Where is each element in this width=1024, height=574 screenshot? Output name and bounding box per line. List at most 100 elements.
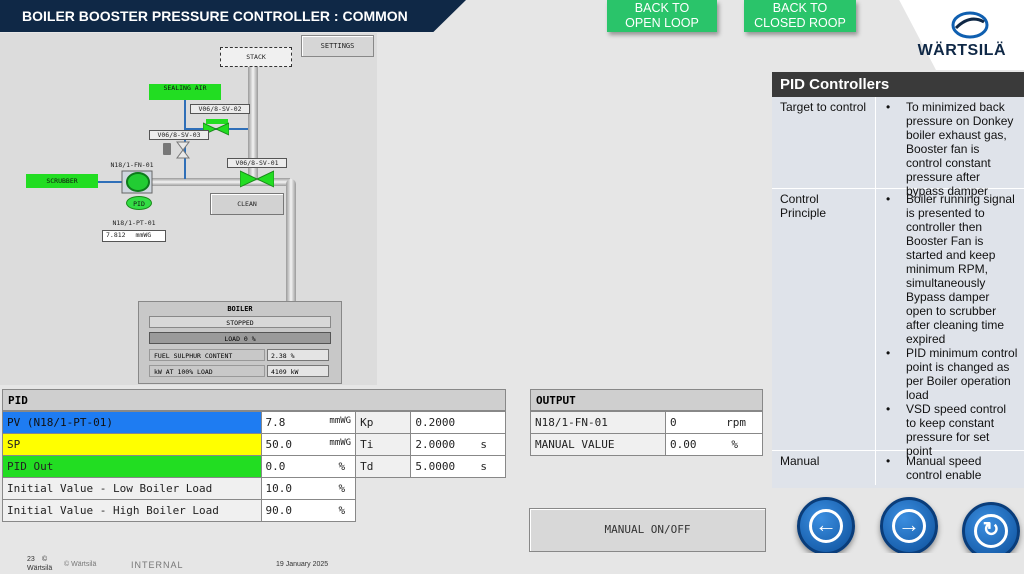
target-list: To minimized back pressure on Donkey boi…	[876, 97, 1024, 198]
process-diagram: SETTINGS STACK SEALING AIR V06/8-SV-02 V…	[0, 33, 377, 385]
boiler-status: STOPPED	[149, 316, 331, 328]
sp-value: 50.0	[265, 438, 293, 451]
td-label: Td	[355, 455, 412, 478]
pid-row-init-low: Initial Value - Low Boiler Load 10.0%	[2, 477, 506, 500]
previous-button[interactable]: ←	[797, 497, 855, 555]
company-name: Wärtsilä	[27, 565, 53, 572]
target-item: To minimized back pressure on Donkey boi…	[884, 100, 1018, 198]
fuel-sulphur-label: FUEL SULPHUR CONTENT	[149, 349, 265, 361]
valve-sv02-tag: V06/8-SV-02	[190, 104, 250, 114]
kw-value: 4109 kW	[267, 365, 329, 377]
init-low-value-cell[interactable]: 10.0%	[260, 477, 357, 500]
arrow-left-icon: ←	[809, 509, 843, 543]
ti-value-cell[interactable]: 2.0000 s	[410, 433, 506, 456]
booster-fan-icon[interactable]	[121, 170, 153, 194]
sp-label: SP	[2, 433, 262, 456]
page-number: 23	[27, 556, 35, 563]
sp-unit: mmWG	[329, 438, 352, 448]
valve-sv03-tag: V06/8-SV-03	[149, 130, 209, 140]
pid-out-unit: %	[338, 460, 346, 473]
kw-label: kW AT 100% LOAD	[149, 365, 265, 377]
valve-sv01-icon[interactable]	[240, 169, 274, 189]
back-to-open-loop-button[interactable]: BACK TO OPEN LOOP	[607, 0, 717, 32]
refresh-icon: ↻	[974, 514, 1008, 548]
stack-label: STACK	[220, 47, 292, 67]
td-unit: s	[480, 460, 487, 473]
scrubber-button[interactable]: SCRUBBER	[26, 174, 98, 188]
boiler-pipe	[286, 179, 296, 301]
boiler-panel: BOILER STOPPED LOAD 0 % FUEL SULPHUR CON…	[138, 301, 342, 384]
fan-output-label: N18/1-FN-01	[530, 411, 666, 434]
manual-value-label: MANUAL VALUE	[530, 433, 666, 456]
back-to-closed-loop-button[interactable]: BACK TO CLOSED ROOP	[744, 0, 856, 32]
page-title: BOILER BOOSTER PRESSURE CONTROLLER : COM…	[0, 0, 466, 32]
refresh-button[interactable]: ↻	[962, 502, 1020, 560]
footer-date: 19 January 2025	[276, 561, 329, 568]
target-key: Target to control	[772, 97, 876, 188]
fan-output-cell: 0 rpm	[665, 411, 763, 434]
output-title: OUTPUT	[530, 389, 763, 411]
valve-sv01-tag: V06/8-SV-01	[227, 158, 287, 168]
copyright-symbol: ©	[42, 556, 48, 563]
fuel-sulphur-value: 2.38 %	[267, 349, 329, 361]
init-high-value: 90.0	[265, 504, 293, 517]
settings-button[interactable]: SETTINGS	[301, 35, 374, 57]
td-value: 5.0000	[415, 460, 456, 473]
pv-label: PV (N18/1-PT-01)	[2, 411, 262, 434]
kp-value[interactable]: 0.2000	[410, 411, 506, 434]
pid-table: PV (N18/1-PT-01) 7.8 mmWG Kp 0.2000 SP 50…	[2, 411, 506, 522]
fan-output-value: 0	[670, 416, 677, 429]
pt-tag: N18/1-PT-01	[112, 219, 156, 227]
init-low-label: Initial Value - Low Boiler Load	[2, 477, 262, 500]
pv-value-cell: 7.8 mmWG	[260, 411, 357, 434]
manual-list: Manual speed control enable	[876, 451, 1024, 485]
manual-row: Manual Manual speed control enable	[772, 451, 1024, 485]
manual-key: Manual	[772, 451, 876, 485]
output-row-fan: N18/1-FN-01 0 rpm	[530, 411, 763, 434]
pid-row-sp: SP 50.0 mmWG Ti 2.0000 s	[2, 433, 506, 456]
ti-label: Ti	[355, 433, 412, 456]
pid-row-out: PID Out 0.0% Td 5.0000 s	[2, 455, 506, 478]
principle-key: Control Principle	[772, 189, 876, 450]
init-high-label: Initial Value - High Boiler Load	[2, 499, 262, 522]
classification: INTERNAL	[131, 560, 184, 570]
pid-out-value: 0.0	[265, 460, 286, 473]
pid-row-init-high: Initial Value - High Boiler Load 90.0%	[2, 499, 506, 522]
pid-row-pv: PV (N18/1-PT-01) 7.8 mmWG Kp 0.2000	[2, 411, 506, 434]
fan-output-unit: rpm	[726, 416, 746, 429]
principle-list: Boiler running signal is presented to co…	[876, 189, 1024, 458]
arrow-right-icon: →	[892, 509, 926, 543]
wartsila-logo-icon	[951, 11, 989, 39]
manual-item: Manual speed control enable	[884, 454, 1018, 482]
empty-cell	[355, 477, 506, 500]
pv-value: 7.8	[265, 416, 286, 429]
init-high-unit: %	[338, 504, 346, 517]
footer: 23 © Wärtsilä © Wärtsilä INTERNAL 19 Jan…	[0, 553, 1024, 574]
principle-item: PID minimum control point is changed as …	[884, 346, 1018, 402]
init-low-value: 10.0	[265, 482, 293, 495]
pid-out-label: PID Out	[2, 455, 262, 478]
ti-unit: s	[480, 438, 487, 451]
output-table: N18/1-FN-01 0 rpm MANUAL VALUE 0.00%	[530, 411, 763, 456]
output-row-manual: MANUAL VALUE 0.00%	[530, 433, 763, 456]
manual-value-cell[interactable]: 0.00%	[665, 433, 763, 456]
td-value-cell[interactable]: 5.0000 s	[410, 455, 506, 478]
logo-text: WÄRTSILÄ	[917, 42, 1006, 59]
pid-panel: PID PV (N18/1-PT-01) 7.8 mmWG Kp 0.2000 S…	[2, 389, 506, 522]
sp-value-cell[interactable]: 50.0 mmWG	[260, 433, 357, 456]
valve-sv03-icon[interactable]	[163, 141, 193, 159]
clean-button[interactable]: CLEAN	[210, 193, 284, 215]
pv-unit: mmWG	[329, 416, 352, 426]
target-row: Target to control To minimized back pres…	[772, 97, 1024, 198]
pid-controllers-title: PID Controllers	[772, 72, 1024, 97]
output-panel: OUTPUT N18/1-FN-01 0 rpm MANUAL VALUE 0.0…	[530, 389, 763, 456]
principle-row: Control Principle Boiler running signal …	[772, 189, 1024, 458]
pid-button[interactable]: PID	[126, 196, 152, 210]
boiler-title: BOILER	[227, 305, 253, 313]
sealing-air-label: SEALING AIR	[149, 84, 221, 100]
manual-on-off-button[interactable]: MANUAL ON/OFF	[529, 508, 766, 552]
init-low-unit: %	[338, 482, 346, 495]
next-button[interactable]: →	[880, 497, 938, 555]
init-high-value-cell[interactable]: 90.0%	[260, 499, 357, 522]
principle-item: Boiler running signal is presented to co…	[884, 192, 1018, 346]
